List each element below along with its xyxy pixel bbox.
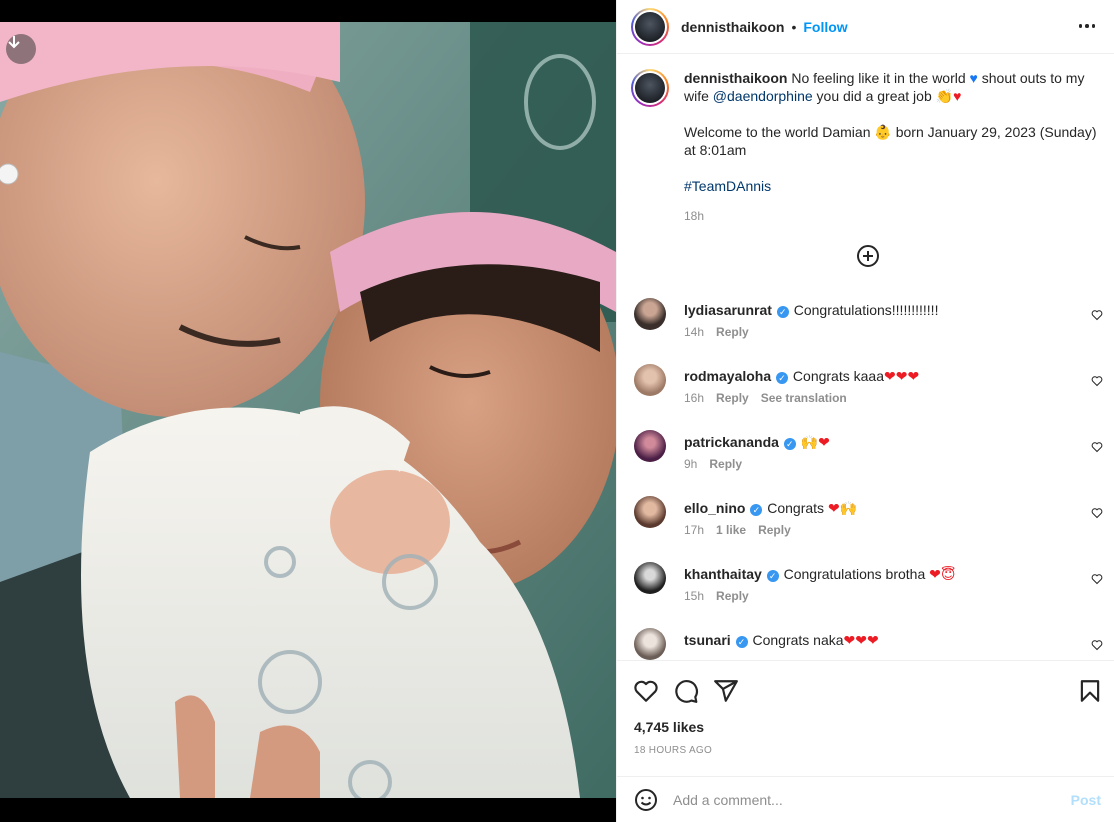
mention-link[interactable]: @daendorphine (713, 88, 813, 104)
comment-text: Congrats naka (752, 632, 844, 648)
comment-time[interactable]: 17h (684, 523, 704, 537)
comment-username[interactable]: ello_nino (684, 500, 745, 516)
header-avatar-ring[interactable] (631, 7, 669, 46)
small-heart-icon[interactable] (1091, 375, 1103, 387)
comments-scroll-area[interactable]: dennisthaikoon No feeling like it in the… (617, 55, 1114, 660)
small-heart-icon[interactable] (1091, 639, 1103, 651)
header-username[interactable]: dennisthaikoon (681, 19, 784, 35)
likes-count[interactable]: 4,745 likes (634, 719, 704, 735)
add-comment-input[interactable]: Add a comment... (673, 792, 783, 808)
comment-item: rodmayaloha ✓ Congrats kaaa❤❤❤ 16h Reply S… (631, 363, 1103, 429)
comment-username[interactable]: patrickananda (684, 434, 779, 450)
post-side-panel: dennisthaikoon • Follow dennisthaikoon N… (616, 0, 1114, 822)
caption-timestamp[interactable]: 18h (684, 207, 1101, 225)
bookmark-icon[interactable] (1077, 678, 1103, 704)
comment-username[interactable]: tsunari (684, 632, 731, 648)
reply-button[interactable]: Reply (716, 325, 749, 339)
instagram-post-modal: dennisthaikoon • Follow dennisthaikoon N… (0, 0, 1114, 822)
comment-item: khanthaitay ✓ Congratulations brotha ❤😇 … (631, 561, 1103, 627)
comment-item: lydiasarunrat ✓ Congratulations!!!!!!!!!… (631, 297, 1103, 363)
caption-text-3: you did a great job (816, 88, 932, 104)
comment-item: tsunari ✓ Congrats naka❤❤❤ (631, 627, 1103, 660)
caption-text-4: Welcome to the world Damian (684, 124, 871, 140)
heart-emojis: ❤❤❤ (843, 632, 879, 648)
post-actions: 4,745 likes 18 HOURS AGO (617, 660, 1114, 776)
avatar[interactable] (634, 628, 666, 660)
comment-time[interactable]: 16h (684, 391, 704, 405)
reply-button[interactable]: Reply (758, 523, 791, 537)
emoji-reaction: 🙌❤ (800, 434, 830, 450)
comment-time[interactable]: 9h (684, 457, 697, 471)
comment-item: patrickananda ✓ 🙌❤ 9h Reply (631, 429, 1103, 495)
comment-username[interactable]: rodmayaloha (684, 368, 771, 384)
like-count[interactable]: 1 like (716, 523, 746, 537)
comment-text: Congratulations brotha (783, 566, 926, 582)
avatar[interactable] (634, 562, 666, 594)
avatar (635, 11, 665, 42)
comment-time[interactable]: 14h (684, 325, 704, 339)
heart-outline-icon[interactable] (633, 678, 659, 704)
small-heart-icon[interactable] (1091, 309, 1103, 321)
comment-time[interactable]: 15h (684, 589, 704, 603)
follow-button[interactable]: Follow (803, 19, 847, 35)
post-comment-button[interactable]: Post (1071, 792, 1101, 808)
red-heart-emoji: ♥ (953, 88, 962, 104)
small-heart-icon[interactable] (1091, 441, 1103, 453)
avatar (635, 73, 665, 103)
comment-list: lydiasarunrat ✓ Congratulations!!!!!!!!!… (631, 297, 1103, 660)
verified-badge-icon: ✓ (766, 570, 779, 582)
download-arrow-icon[interactable] (6, 34, 36, 64)
comment-bubble-icon[interactable] (673, 678, 699, 704)
comment-text: Congrats (767, 500, 825, 516)
photo-illustration (0, 22, 616, 798)
comment-text: Congrats kaaa (792, 368, 884, 384)
verified-badge-icon: ✓ (783, 438, 796, 450)
post-caption: dennisthaikoon No feeling like it in the… (631, 69, 1101, 225)
small-heart-icon[interactable] (1091, 507, 1103, 519)
separator-dot: • (791, 18, 797, 35)
comment-username[interactable]: khanthaitay (684, 566, 762, 582)
small-heart-icon[interactable] (1091, 573, 1103, 585)
emoji-reaction: ❤🙌 (827, 500, 858, 516)
emoji-reaction: ❤😇 (929, 566, 956, 582)
more-horizontal-icon[interactable] (1075, 14, 1099, 38)
caption-avatar-ring[interactable] (631, 69, 669, 107)
avatar[interactable] (634, 496, 666, 528)
verified-badge-icon: ✓ (735, 636, 748, 648)
verified-badge-icon: ✓ (776, 372, 789, 384)
hashtag-link[interactable]: #TeamDAnnis (684, 178, 771, 194)
clap-emoji: 👏 (935, 88, 954, 104)
verified-badge-icon: ✓ (750, 504, 763, 516)
see-translation-button[interactable]: See translation (761, 391, 847, 405)
heart-emojis: ❤❤❤ (883, 368, 920, 384)
plus-circle-icon[interactable] (856, 244, 880, 268)
caption-username[interactable]: dennisthaikoon (684, 70, 787, 86)
blue-heart-emoji: ♥ (969, 70, 978, 86)
post-age[interactable]: 18 HOURS AGO (634, 745, 712, 756)
avatar[interactable] (634, 298, 666, 330)
reply-button[interactable]: Reply (716, 589, 749, 603)
send-paper-plane-icon[interactable] (713, 678, 739, 704)
avatar[interactable] (634, 430, 666, 462)
comment-item: ello_nino ✓ Congrats ❤🙌 17h 1 like Reply (631, 495, 1103, 561)
avatar[interactable] (634, 364, 666, 396)
comment-text: Congratulations!!!!!!!!!!!! (793, 302, 939, 318)
post-photo[interactable] (0, 22, 616, 798)
reply-button[interactable]: Reply (709, 457, 742, 471)
verified-badge-icon: ✓ (776, 306, 789, 318)
comment-username[interactable]: lydiasarunrat (684, 302, 772, 318)
reply-button[interactable]: Reply (716, 391, 749, 405)
caption-text-1: No feeling like it in the world (791, 70, 966, 86)
baby-emoji: 👶 (874, 124, 892, 140)
smiley-icon[interactable] (634, 788, 658, 812)
comment-composer: Add a comment... Post (617, 776, 1114, 822)
post-header: dennisthaikoon • Follow (617, 0, 1114, 54)
